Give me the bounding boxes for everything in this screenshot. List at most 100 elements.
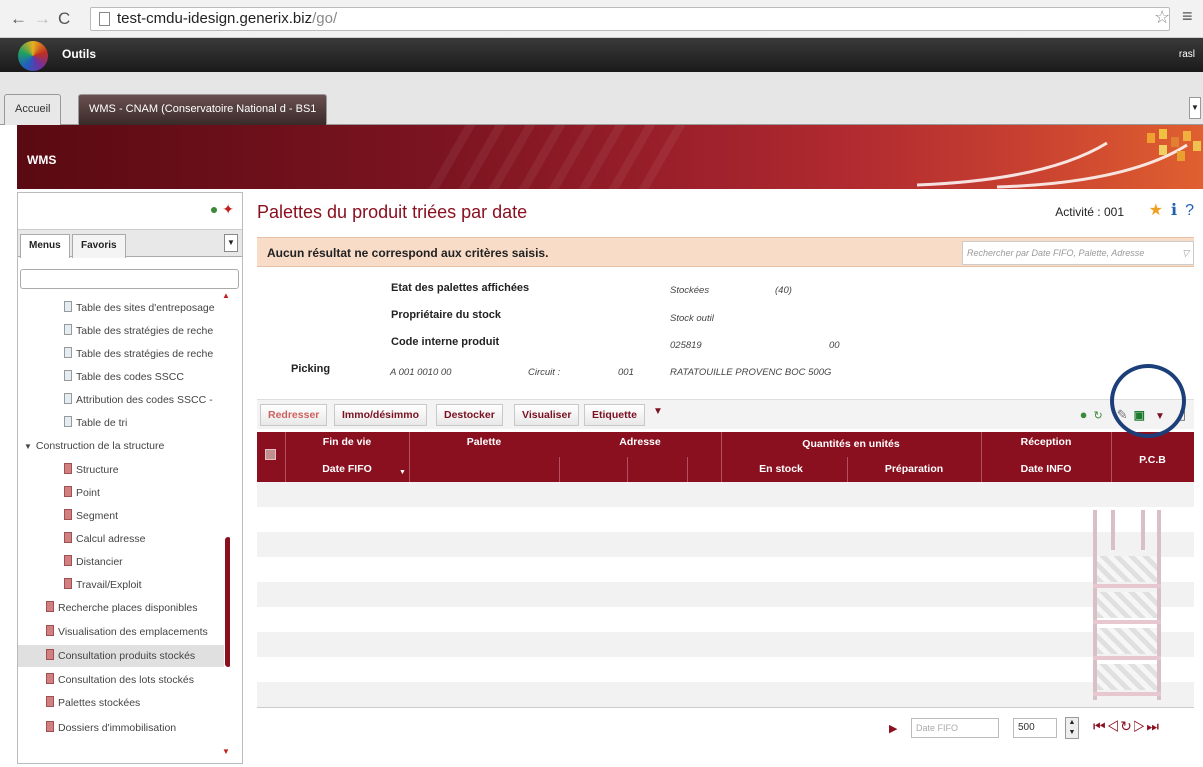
tabs-dropdown-icon[interactable]: ▼ (1189, 97, 1201, 119)
grid-search-input[interactable]: Rechercher par Date FIFO, Palette, Adres… (962, 241, 1194, 265)
reload-icon[interactable]: C (58, 9, 70, 29)
sidebar-item[interactable]: Dossiers d'immobilisation (46, 717, 176, 739)
sidebar-item[interactable]: Calcul adresse (64, 528, 145, 550)
scroll-up-icon[interactable]: ▲ (222, 291, 230, 300)
sidebar-scrollbar[interactable] (225, 537, 230, 667)
last-page-icon[interactable]: ⏭ (1146, 718, 1160, 734)
sidebar-item[interactable]: Travail/Exploit (64, 574, 142, 596)
sidebar-item[interactable]: Table de tri (64, 412, 127, 434)
help-icon[interactable]: ? (1185, 202, 1194, 219)
sidebar-item-selected[interactable]: Consultation produits stockés (18, 645, 224, 667)
tools-menu[interactable]: Outils (62, 47, 96, 61)
visualiser-button[interactable]: Visualiser (514, 404, 580, 426)
sidebar: ● ✦ Menus Favoris ▼ Table des sites d'en… (17, 192, 243, 764)
sidebar-item-label: Construction de la structure (35, 440, 165, 452)
sidebar-item[interactable]: Distancier (64, 551, 123, 573)
col-fin-de-vie[interactable]: Fin de vie (287, 436, 407, 448)
etiquette-button[interactable]: Etiquette (584, 404, 645, 426)
sidebar-item[interactable]: Segment (64, 505, 118, 527)
grid-body (257, 482, 1194, 708)
user-name[interactable]: rasl (1179, 49, 1195, 60)
page-title: Palettes du produit triées par date (257, 202, 528, 222)
address-bar[interactable]: test-cmdu-idesign.generix.biz/go/ (90, 7, 1170, 31)
col-adresse[interactable]: Adresse (559, 436, 721, 448)
page-icon (46, 673, 54, 684)
tools-bar: Outils rasl (0, 38, 1203, 72)
sort-icon[interactable]: ▼ (399, 469, 406, 476)
col-reception[interactable]: Réception (981, 436, 1111, 448)
sidebar-item[interactable]: Table des codes SSCC (64, 366, 184, 388)
sidebar-item[interactable]: Table des sites d'entreposage (64, 297, 215, 319)
col-quantites[interactable]: Quantités en unités (721, 438, 981, 450)
destocker-button[interactable]: Destocker (436, 404, 503, 426)
page-icon (46, 649, 54, 660)
sidebar-folder[interactable]: ▼ Construction de la structure (24, 435, 164, 457)
tab-wms[interactable]: WMS - CNAM (Conservatoire National d - B… (78, 94, 328, 125)
sidebar-item-label: Distancier (76, 556, 123, 568)
sidebar-item-label: Consultation des lots stockés (58, 674, 194, 686)
redresser-button[interactable]: Redresser (260, 404, 328, 426)
activity-label: Activité : 001 (1055, 205, 1124, 219)
sidebar-item[interactable]: Palettes stockées (46, 692, 140, 714)
first-page-icon[interactable]: ⏮ (1093, 718, 1107, 734)
pager: ▶ Date FIFO 500 ▲ ▼ ⏮◁↻▷⏭ (257, 714, 1194, 744)
col-pcb[interactable]: P.C.B (1111, 454, 1194, 466)
bookmark-star-icon[interactable]: ☆ (1154, 7, 1170, 28)
sidebar-item[interactable]: Table des stratégies de reche (64, 343, 213, 365)
reset-icon[interactable]: ↻ (1093, 410, 1102, 422)
sidebar-item[interactable]: Consultation des lots stockés (46, 669, 194, 691)
info-icon[interactable]: ℹ (1171, 202, 1177, 219)
tab-favoris[interactable]: Favoris (72, 234, 126, 258)
reload-page-icon[interactable]: ↻ (1120, 718, 1133, 734)
sidebar-dropdown-icon[interactable]: ▼ (224, 234, 238, 252)
sidebar-item-label: Dossiers d'immobilisation (58, 722, 177, 734)
etat-value: Stockées (670, 285, 710, 296)
filter-icon[interactable]: ▽ (1182, 242, 1189, 264)
sidebar-search-input[interactable] (20, 269, 239, 289)
picking-label: Picking (291, 363, 331, 375)
refresh-icon[interactable]: ● (1080, 407, 1088, 422)
more-actions-dropdown-icon[interactable]: ▼ (653, 406, 663, 417)
col-preparation[interactable]: Préparation (847, 463, 981, 475)
empty-row (257, 632, 1194, 657)
date-fifo-input[interactable]: Date FIFO (911, 718, 999, 738)
col-palette[interactable]: Palette (409, 436, 559, 448)
empty-row (257, 657, 1194, 682)
sidebar-item[interactable]: Attribution des codes SSCC - (64, 389, 213, 411)
sidebar-item[interactable]: Structure (64, 459, 119, 481)
app-logo[interactable] (18, 41, 48, 71)
col-en-stock[interactable]: En stock (721, 463, 841, 475)
next-page-icon[interactable]: ▷ (1133, 718, 1147, 734)
refresh-icon[interactable]: ● (210, 201, 218, 217)
page-icon (46, 721, 54, 732)
go-icon[interactable]: ▶ (889, 722, 897, 735)
select-all-checkbox[interactable] (265, 449, 276, 460)
favorite-star-icon[interactable]: ★ (1149, 202, 1163, 219)
code-value: 025819 (670, 340, 702, 351)
sidebar-item[interactable]: Table des stratégies de reche (64, 320, 213, 342)
forward-icon[interactable]: → (34, 9, 51, 29)
immo-button[interactable]: Immo/désimmo (334, 404, 428, 426)
col-date-info[interactable]: Date INFO (981, 463, 1111, 475)
tab-accueil[interactable]: Accueil (4, 94, 62, 125)
highlight-annotation-circle (1110, 364, 1186, 438)
page-icon (64, 393, 72, 404)
page-size-input[interactable]: 500 (1013, 718, 1057, 738)
sidebar-item[interactable]: Visualisation des emplacements (46, 621, 208, 643)
back-icon[interactable]: ← (10, 9, 27, 29)
action-bar: Redresser Immo/désimmo Destocker Visuali… (257, 399, 1194, 429)
prev-page-icon[interactable]: ◁ (1107, 718, 1121, 734)
no-result-message: Aucun résultat ne correspond aux critère… (267, 246, 549, 260)
pin-icon[interactable]: ✦ (222, 201, 234, 217)
tab-menus[interactable]: Menus (20, 234, 70, 258)
page-icon (46, 601, 54, 612)
page-icon (64, 347, 72, 358)
scroll-down-icon[interactable]: ▼ (222, 747, 230, 756)
empty-row (257, 607, 1194, 632)
sidebar-item[interactable]: Recherche places disponibles (46, 597, 198, 619)
page-size-spinner[interactable]: ▲ ▼ (1065, 717, 1079, 739)
sidebar-item[interactable]: Point (64, 482, 100, 504)
menu-icon[interactable]: ≡ (1182, 6, 1193, 27)
col-date-fifo[interactable]: Date FIFO (287, 463, 407, 475)
app-tabs: Accueil WMS - CNAM (Conservatoire Nation… (0, 72, 1203, 125)
